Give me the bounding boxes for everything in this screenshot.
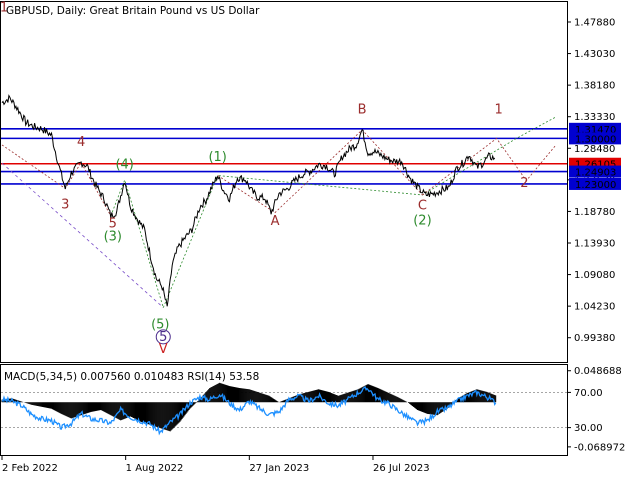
x-tick-label: 2 Feb 2022 [2,463,58,474]
level-label-text: 1.23000 [575,180,616,191]
y-tick-label: 1.38180 [574,81,615,92]
ind-tick-label: -0.068972 [574,442,625,453]
level-label: 1.24903 [569,165,621,179]
wave-label: 3 [61,198,69,213]
chart-root: 1435(4)(3)(1)(5)5VABC(2)12 1.478801.4303… [0,0,640,480]
level-label-text: 1.24903 [575,168,616,179]
indicator-title: MACD(5,34,5) 0.007560 0.010483 RSI(14) 5… [4,371,259,383]
level-label: 1.30000 [569,132,621,145]
wave-label: (1) [208,150,226,165]
wave-label: 1 [494,103,502,118]
ind-tick-label: 30.00 [574,423,603,434]
y-tick-label: 1.09080 [574,270,615,281]
y-tick-label: 1.43030 [574,49,615,60]
x-tick-label: 1 Aug 2022 [126,463,184,474]
y-tick-label: 1.28480 [574,144,615,155]
level-label-text: 1.30000 [575,134,616,145]
y-tick-label: 0.99380 [574,333,615,344]
ind-tick-label: 70.00 [574,388,603,399]
y-tick-label: 1.47880 [574,17,615,28]
x-tick-label: 26 Jul 2023 [373,463,430,474]
wave-label: (2) [413,213,431,228]
wave-label: (4) [115,157,133,172]
wave-label: 2 [520,176,528,191]
x-tick-label: 27 Jan 2023 [249,463,309,474]
wave-label: V [159,342,168,357]
wave-label: (3) [104,230,122,245]
y-tick-label: 1.33330 [574,112,615,123]
wave-label: A [271,214,280,229]
chart-title: GBPUSD, Daily: Great Britain Pound vs US… [6,5,260,17]
wave-label: B [358,103,367,118]
wave-label: C [418,198,427,213]
y-tick-label: 1.04230 [574,302,615,313]
y-tick-label: 1.13930 [574,238,615,249]
wave-label: 4 [77,135,85,150]
ind-tick-label: 0.048688 [574,366,622,377]
y-tick-label: 1.18780 [574,207,615,218]
level-label: 1.23000 [569,177,621,191]
